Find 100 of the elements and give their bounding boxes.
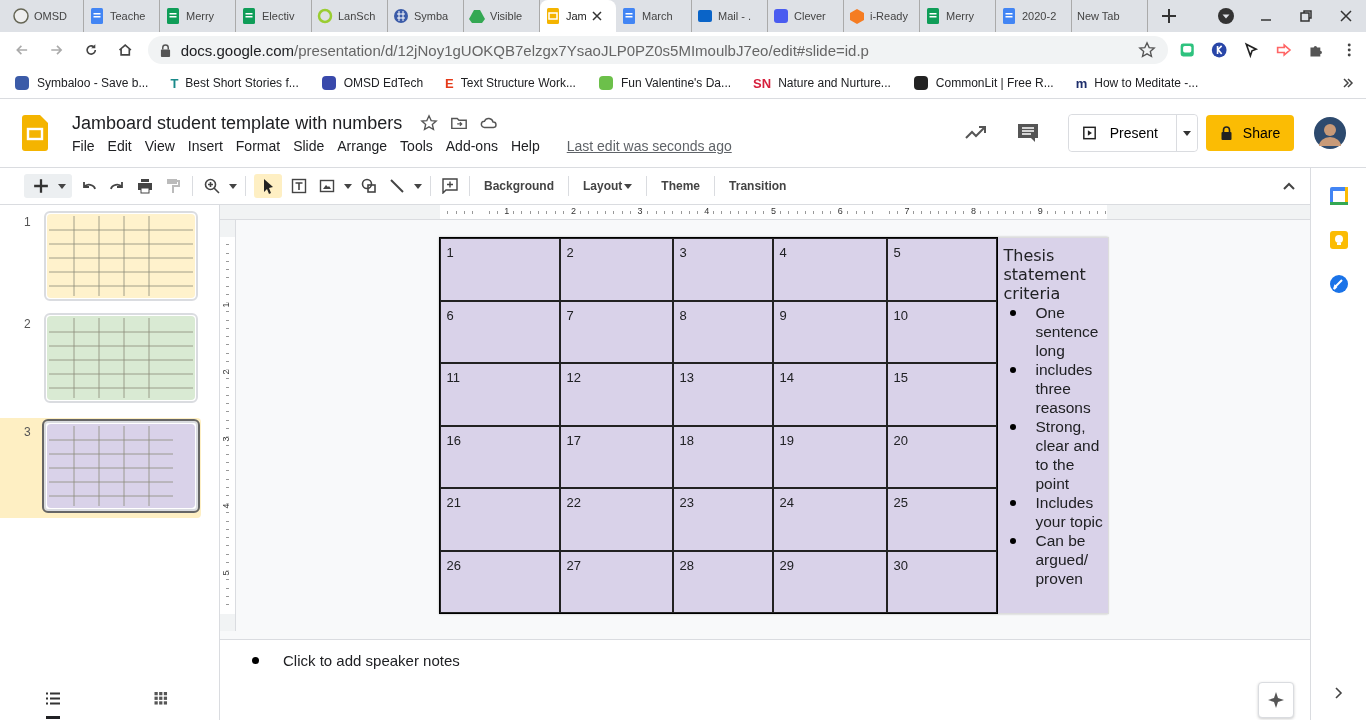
browser-tab[interactable]: Electiv	[236, 0, 312, 32]
browser-tab[interactable]: Clever	[768, 0, 844, 32]
browser-tab[interactable]: 2020-2	[996, 0, 1072, 32]
bookmark[interactable]: Fun Valentine's Da...	[597, 75, 732, 91]
table-cell: 10	[886, 300, 997, 363]
tasks-icon[interactable]	[1328, 274, 1349, 294]
avatar[interactable]	[1314, 117, 1346, 149]
restore-icon[interactable]	[1298, 8, 1314, 24]
bookmark[interactable]: E Text Structure Work...	[445, 75, 576, 91]
print-icon[interactable]	[137, 178, 153, 194]
bookmark-logo: SN	[753, 75, 772, 91]
menu-item[interactable]: Slide	[293, 137, 332, 154]
menu-item[interactable]: Add-ons	[445, 137, 505, 154]
filmstrip-entry[interactable]: 2	[0, 313, 219, 415]
toolbar-button[interactable]: Background	[478, 175, 560, 197]
toolbar-button[interactable]: Theme	[655, 175, 707, 197]
table-cell: 7	[559, 300, 673, 363]
notes-placeholder: Click to add speaker notes	[283, 651, 460, 669]
share-button[interactable]: Share	[1206, 115, 1294, 151]
caret-icon[interactable]	[344, 183, 352, 189]
new-tab-icon[interactable]	[1162, 9, 1176, 23]
menu-item[interactable]: File	[72, 137, 102, 154]
tab-title: New Tab	[1077, 10, 1120, 22]
menu-item[interactable]: Format	[235, 137, 288, 154]
tab-title: 2020-2	[1022, 10, 1057, 22]
new-slide-button[interactable]	[24, 174, 72, 198]
filmstrip-entry[interactable]: 3	[0, 418, 201, 518]
bookmark[interactable]: m How to Meditate -...	[1075, 75, 1199, 91]
table-cell: 13	[672, 363, 773, 426]
browser-tab[interactable]: Merry	[160, 0, 236, 32]
speaker-notes[interactable]: Click to add speaker notes	[220, 640, 1310, 680]
menu-item[interactable]: Tools	[400, 137, 440, 154]
select-tool[interactable]	[254, 174, 282, 198]
table-cell: 22	[559, 488, 673, 551]
bookmark[interactable]: OMSD EdTech	[320, 75, 424, 91]
toolbar-button[interactable]: Transition	[723, 175, 793, 197]
image-icon[interactable]	[319, 178, 335, 194]
more-bookmarks-icon[interactable]	[1342, 77, 1354, 89]
bullet-icon	[252, 656, 259, 664]
menu-item[interactable]: Help	[510, 137, 547, 154]
browser-tab[interactable]: OMSD	[8, 0, 84, 32]
close-icon[interactable]	[591, 11, 602, 21]
table-cell: 1	[439, 238, 560, 301]
tab-title: Jam	[566, 10, 587, 22]
ruler-number: 5	[220, 570, 231, 576]
browser-tab[interactable]: Symba	[388, 0, 464, 32]
tab-title: i-Ready	[870, 10, 908, 22]
browser-tab[interactable]: March	[616, 0, 692, 32]
menu-item[interactable]: View	[144, 137, 182, 154]
bookmark-icon	[912, 75, 929, 91]
document-title[interactable]: Jamboard student template with numbers	[72, 112, 403, 134]
criteria-item: Includes your topic	[1035, 493, 1104, 531]
cursor-icon[interactable]	[1243, 40, 1260, 60]
explore-button[interactable]	[1258, 682, 1294, 718]
lock-icon	[159, 43, 171, 57]
table-cell: 28	[672, 550, 773, 613]
line-icon[interactable]	[389, 178, 405, 194]
calendar-icon[interactable]	[1328, 186, 1349, 206]
browser-tab[interactable]: i-Ready	[844, 0, 920, 32]
browser-tab[interactable]: Teache	[84, 0, 160, 32]
star-icon[interactable]	[420, 114, 439, 132]
list-view-icon[interactable]	[46, 691, 60, 719]
filmstrip-entry[interactable]: 1	[0, 211, 219, 313]
bookmark[interactable]: Symbaloo - Save b...	[14, 75, 149, 91]
present-button[interactable]: Present	[1068, 115, 1177, 151]
star-icon[interactable]	[1137, 41, 1156, 59]
site-icon	[849, 8, 865, 24]
browser-tab[interactable]: New Tab	[1072, 0, 1148, 32]
shape-icon[interactable]	[361, 178, 377, 194]
browser-tab[interactable]: Merry	[920, 0, 996, 32]
tab-search-icon[interactable]	[1218, 8, 1234, 24]
close-icon[interactable]	[1338, 8, 1354, 24]
menu-item[interactable]: Edit	[107, 137, 139, 154]
address-bar[interactable]: docs.google.com/presentation/d/12jNoy1gUOKQB7elzgx7YsaoJLP0PZ0s5MImoulbJ7eo/edit#slide=id.p	[147, 36, 1168, 64]
add-comment-icon[interactable]	[442, 178, 458, 194]
criteria-item: includes three reasons	[1035, 360, 1094, 417]
bookmark[interactable]: SN Nature and Nurture...	[753, 75, 891, 91]
bookmark[interactable]: T Best Short Stories f...	[170, 75, 299, 91]
table-cell: 11	[439, 363, 560, 426]
table-cell: 12	[559, 363, 673, 426]
caret-icon[interactable]	[414, 183, 422, 189]
menu-item[interactable]: Insert	[187, 137, 230, 154]
extension-icon[interactable]	[1211, 40, 1228, 60]
browser-tab[interactable]: Jam	[540, 0, 616, 32]
bookmark[interactable]: CommonLit | Free R...	[912, 75, 1054, 91]
site-icon	[621, 8, 637, 24]
expand-icon[interactable]	[1333, 686, 1344, 700]
caret-icon[interactable]	[229, 183, 237, 189]
table-cell: 5	[886, 238, 997, 301]
text-box-icon[interactable]	[291, 178, 307, 194]
zoom-icon[interactable]	[204, 178, 220, 194]
slide-number: 1	[24, 215, 32, 229]
last-edit-link[interactable]: Last edit was seconds ago	[566, 137, 732, 154]
browser-tab[interactable]: Mail - .	[692, 0, 768, 32]
toolbar-button[interactable]: Layout	[577, 175, 639, 197]
table-cell: 16	[439, 425, 560, 488]
browser-tab[interactable]: LanSch	[312, 0, 388, 32]
slide-number: 2	[24, 317, 32, 331]
menu-item[interactable]: Arrange	[337, 137, 395, 154]
table-cell: 6	[439, 300, 560, 363]
